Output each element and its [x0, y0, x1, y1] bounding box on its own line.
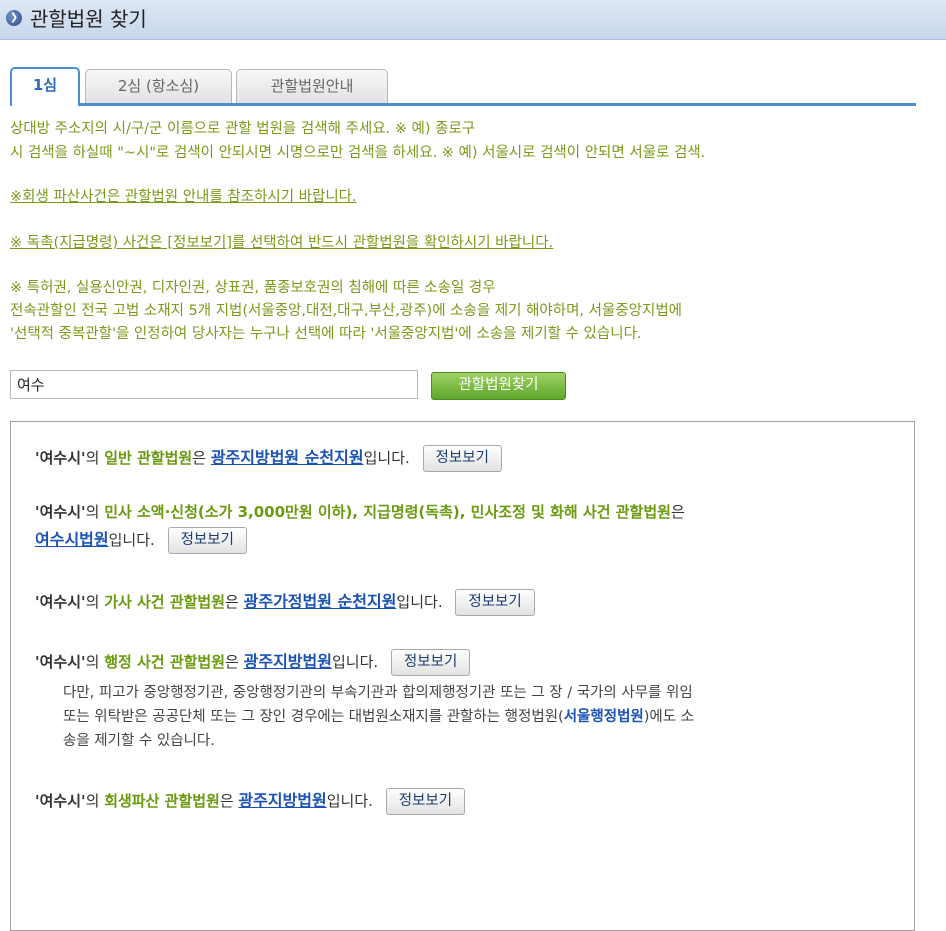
court-type: 가사 사건 관할법원: [104, 593, 226, 611]
court-type: 행정 사건 관할법원: [104, 653, 226, 671]
selected-region: '여수시': [35, 503, 86, 521]
court-type: 일반 관할법원: [104, 449, 193, 467]
selected-region: '여수시': [35, 653, 86, 671]
info-button[interactable]: 정보보기: [167, 527, 247, 554]
tab-appeal[interactable]: 2심 (항소심): [85, 69, 232, 103]
notice-patent-3: '선택적 중복관할'을 인정하여 당사자는 누구나 선택에 따라 '서울중앙지법…: [10, 326, 642, 342]
admin-note-line3: 송을 제기할 수 있습니다.: [63, 733, 215, 749]
notice-search-hint: 상대방 주소지의 시/구/군 이름으로 관할 법원을 검색해 주세요. ※ 예)…: [10, 121, 476, 137]
page-title: 관할법원 찾기: [30, 7, 147, 31]
notice-payment-order-link[interactable]: ※ 독촉(지급명령) 사건은 [정보보기]를 선택하여 반드시 관할법원을 확인…: [10, 231, 553, 252]
result-civil: '여수시'의 민사 소액·신청(소가 3,000만원 이하), 지급명령(독촉)…: [35, 503, 685, 521]
court-type: 회생파산 관할법원: [104, 792, 220, 810]
notice-patent-1: ※ 특허권, 실용신안권, 디자인권, 상표권, 품종보호권의 침해에 따른 소…: [10, 280, 496, 296]
selected-region: '여수시': [35, 449, 86, 467]
title-bar: ❯ 관할법원 찾기: [0, 0, 946, 40]
result-bankruptcy: '여수시'의 회생파산 관할법원은 광주지방법원입니다. 정보보기: [35, 788, 466, 815]
notice-patent-2: 전속관할인 전국 고법 소재지 5개 지법(서울중앙,대전,대구,부산,광주)에…: [10, 303, 683, 319]
find-court-button[interactable]: 관할법원찾기: [431, 372, 566, 400]
result-civil-court: 여수시법원입니다. 정보보기: [35, 527, 247, 554]
tab-first-instance[interactable]: 1심: [10, 67, 80, 106]
info-button[interactable]: 정보보기: [385, 788, 466, 815]
search-input[interactable]: [10, 370, 418, 399]
result-family: '여수시'의 가사 사건 관할법원은 광주가정법원 순천지원입니다. 정보보기: [35, 589, 535, 616]
selected-region: '여수시': [35, 792, 86, 810]
notice-bankruptcy-link[interactable]: ※회생 파산사건은 관할법원 안내를 참조하시기 바랍니다.: [10, 185, 357, 206]
court-link[interactable]: 광주지방법원 순천지원: [211, 448, 364, 467]
info-button[interactable]: 정보보기: [390, 649, 471, 676]
info-button[interactable]: 정보보기: [422, 445, 502, 472]
court-link[interactable]: 광주가정법원 순천지원: [244, 592, 397, 611]
result-administrative: '여수시'의 행정 사건 관할법원은 광주지방법원입니다. 정보보기: [35, 649, 471, 676]
arrow-right-icon: ❯: [6, 10, 22, 26]
result-panel: '여수시'의 일반 관할법원은 광주지방법원 순천지원입니다. 정보보기 '여수…: [10, 421, 915, 931]
tab-court-guide[interactable]: 관할법원안내: [236, 69, 388, 103]
admin-note-line1: 다만, 피고가 중앙행정기관, 중앙행정기관의 부속기관과 합의제행정기관 또는…: [63, 685, 693, 701]
court-link[interactable]: 광주지방법원: [238, 791, 326, 810]
selected-region: '여수시': [35, 593, 86, 611]
tab-bar: 1심 2심 (항소심) 관할법원안내: [10, 67, 916, 106]
court-link[interactable]: 여수시법원: [35, 530, 109, 549]
seoul-admin-court: 서울행정법원: [563, 709, 644, 725]
notice-city-hint: 시 검색을 하실때 "~시"로 검색이 안되시면 시명으로만 검색을 하세요. …: [10, 145, 706, 161]
court-type: 민사 소액·신청(소가 3,000만원 이하), 지급명령(독촉), 민사조정 …: [104, 503, 671, 521]
info-button[interactable]: 정보보기: [455, 589, 535, 616]
result-general: '여수시'의 일반 관할법원은 광주지방법원 순천지원입니다. 정보보기: [35, 445, 502, 472]
admin-note-line2: 또는 위탁받은 공공단체 또는 그 장인 경우에는 대법원소재지를 관할하는 행…: [63, 709, 695, 725]
court-link[interactable]: 광주지방법원: [244, 652, 332, 671]
